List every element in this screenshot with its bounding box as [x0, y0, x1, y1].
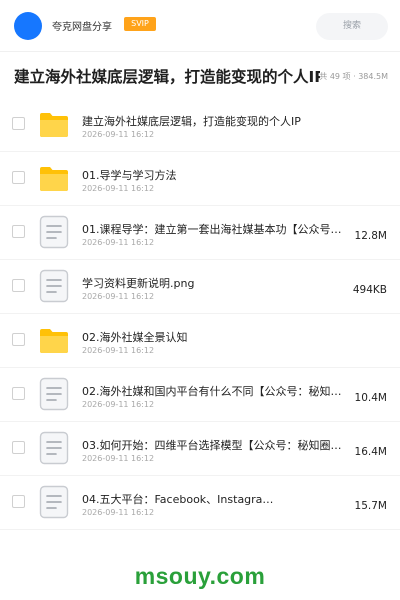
search-input[interactable]: 搜索 [316, 13, 388, 40]
file-name[interactable]: 02.海外社媒和国内平台有什么不同【公众号：秘知圈… [82, 383, 352, 399]
file-size: 12.8M [354, 230, 387, 242]
select-checkbox[interactable] [12, 441, 25, 454]
select-checkbox[interactable] [12, 225, 25, 238]
file-size: 10.4M [354, 392, 387, 404]
file-name[interactable]: 01.导学与学习方法 [82, 167, 350, 183]
file-size: 16.4M [354, 446, 387, 458]
select-checkbox[interactable] [12, 117, 25, 130]
select-checkbox[interactable] [12, 279, 25, 292]
file-date: 2026-09-11 16:12 [82, 238, 155, 247]
file-size: 494KB [352, 284, 387, 296]
file-name[interactable]: 学习资料更新说明.png [82, 275, 352, 291]
file-list: 建立海外社媒底层逻辑，打造能变现的个人IP 2026-09-11 16:12 0… [0, 98, 400, 530]
document-icon [38, 215, 70, 249]
file-row[interactable]: 04.五大平台：Facebook、Instagra… 2026-09-11 16… [0, 476, 400, 530]
header-bar: 夸克网盘分享 SVIP 搜索 [0, 0, 400, 52]
file-row[interactable]: 01.课程导学：建立第一套出海社媒基本功【公众号：… 2026-09-11 16… [0, 206, 400, 260]
select-checkbox[interactable] [12, 387, 25, 400]
share-page: 夸克网盘分享 SVIP 搜索 建立海外社媒底层逻辑，打造能变现的个人IP 共 4… [0, 0, 400, 600]
select-checkbox[interactable] [12, 495, 25, 508]
document-icon [38, 431, 70, 465]
file-name[interactable]: 04.五大平台：Facebook、Instagra… [82, 491, 352, 507]
site-watermark: msouy.com [134, 563, 266, 589]
file-name[interactable]: 02.海外社媒全景认知 [82, 329, 350, 345]
file-row[interactable]: 03.如何开始：四维平台选择模型【公众号：秘知圈】… 2026-09-11 16… [0, 422, 400, 476]
file-date: 2026-09-11 16:12 [82, 508, 155, 517]
item-count-and-size: 共 49 项 · 384.5M [319, 72, 388, 81]
document-icon [38, 485, 70, 519]
document-icon [38, 269, 70, 303]
file-row[interactable]: 建立海外社媒底层逻辑，打造能变现的个人IP 2026-09-11 16:12 [0, 98, 400, 152]
app-name: 夸克网盘分享 [52, 22, 112, 33]
svip-badge: SVIP [124, 17, 156, 31]
file-name[interactable]: 01.课程导学：建立第一套出海社媒基本功【公众号：… [82, 221, 352, 237]
folder-icon [38, 323, 70, 357]
folder-icon [38, 107, 70, 141]
file-date: 2026-09-11 16:12 [82, 130, 155, 139]
title-row: 建立海外社媒底层逻辑，打造能变现的个人IP 共 49 项 · 384.5M [0, 52, 400, 98]
file-date: 2026-09-11 16:12 [82, 184, 155, 193]
document-icon [38, 377, 70, 411]
file-name[interactable]: 03.如何开始：四维平台选择模型【公众号：秘知圈】… [82, 437, 352, 453]
file-name[interactable]: 建立海外社媒底层逻辑，打造能变现的个人IP [82, 113, 350, 129]
file-date: 2026-09-11 16:12 [82, 400, 155, 409]
avatar[interactable] [14, 12, 42, 40]
page-title: 建立海外社媒底层逻辑，打造能变现的个人IP [14, 68, 320, 86]
file-size: 15.7M [354, 500, 387, 512]
bottom-area: msouy.com [0, 548, 400, 600]
folder-icon [38, 161, 70, 195]
select-checkbox[interactable] [12, 171, 25, 184]
select-checkbox[interactable] [12, 333, 25, 346]
file-row[interactable]: 02.海外社媒和国内平台有什么不同【公众号：秘知圈… 2026-09-11 16… [0, 368, 400, 422]
file-row[interactable]: 01.导学与学习方法 2026-09-11 16:12 [0, 152, 400, 206]
file-date: 2026-09-11 16:12 [82, 292, 155, 301]
file-row[interactable]: 学习资料更新说明.png 2026-09-11 16:12 494KB [0, 260, 400, 314]
file-row[interactable]: 02.海外社媒全景认知 2026-09-11 16:12 [0, 314, 400, 368]
file-date: 2026-09-11 16:12 [82, 454, 155, 463]
file-date: 2026-09-11 16:12 [82, 346, 155, 355]
